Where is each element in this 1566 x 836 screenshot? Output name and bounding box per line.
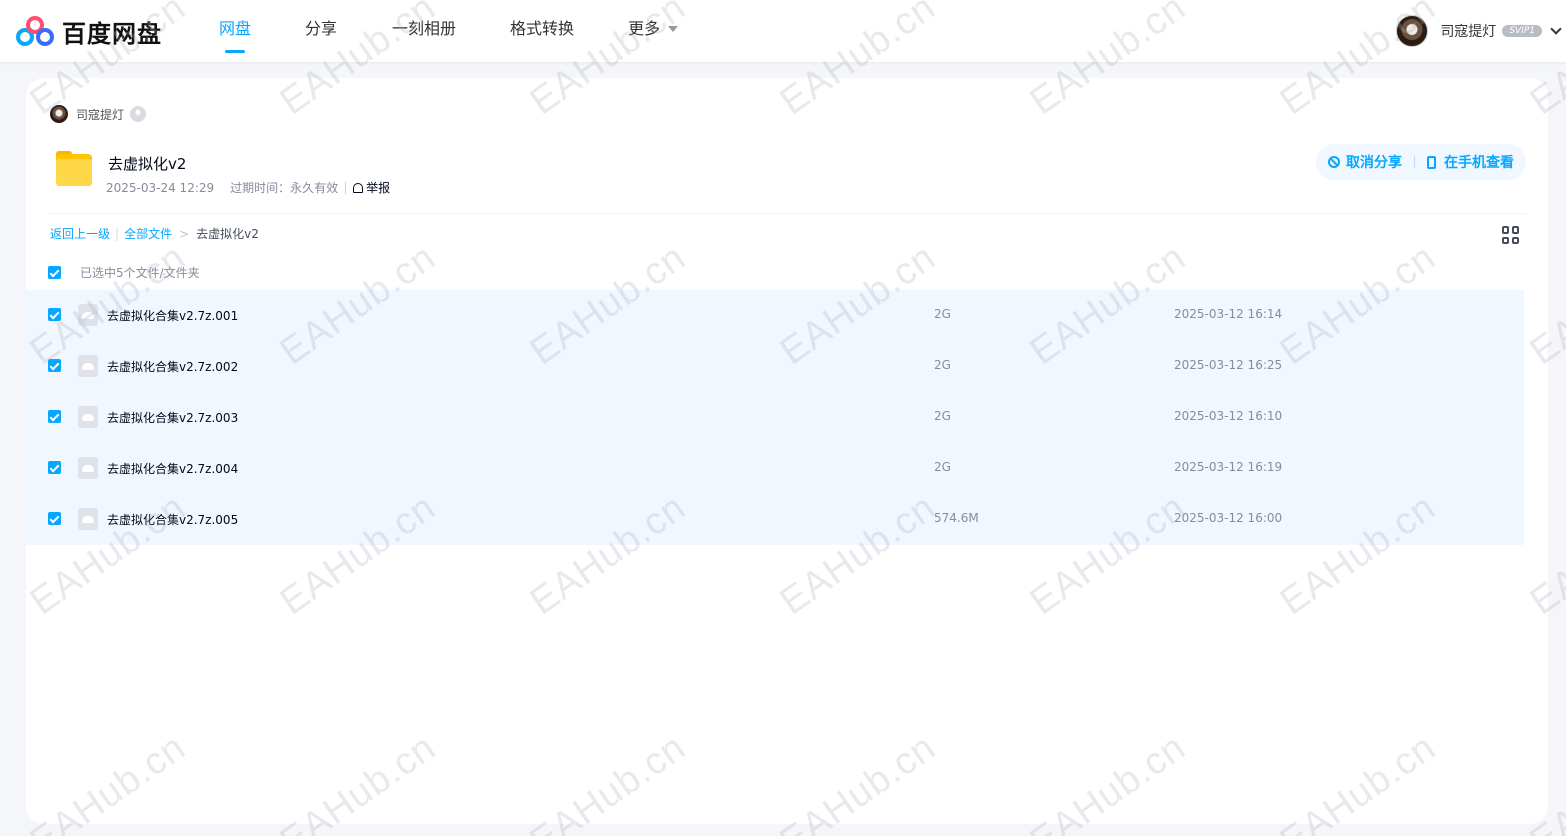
sharer-avatar (50, 105, 68, 123)
file-time: 2025-03-12 16:10 (1174, 409, 1283, 423)
ban-icon (1328, 156, 1340, 168)
select-all-checkbox[interactable] (48, 266, 61, 279)
nav-more[interactable]: 更多 (628, 0, 679, 62)
file-name[interactable]: 去虚拟化合集v2.7z.004 (107, 460, 238, 477)
share-title: 去虚拟化v2 (108, 155, 187, 173)
breadcrumb-all-files[interactable]: 全部文件 (124, 225, 172, 242)
row-checkbox[interactable] (48, 410, 61, 423)
share-date: 2025-03-24 12:29 (106, 180, 215, 195)
action-divider (1414, 156, 1415, 168)
file-time: 2025-03-12 16:14 (1174, 307, 1283, 321)
chevron-right-icon: > (179, 226, 190, 241)
chevron-down-icon (668, 26, 679, 32)
file-time: 2025-03-12 16:00 (1174, 511, 1283, 525)
folder-icon (50, 148, 94, 192)
file-row[interactable]: 去虚拟化合集v2.7z.002 2G 2025-03-12 16:25 (26, 341, 1524, 392)
share-actions: 取消分享 在手机查看 (1316, 144, 1526, 180)
expire-value: 永久有效 (290, 181, 339, 195)
breadcrumb: 返回上一级 | 全部文件 > 去虚拟化v2 (50, 225, 259, 242)
sharer-name: 司寇提灯 (76, 107, 125, 122)
file-row[interactable]: 去虚拟化合集v2.7z.004 2G 2025-03-12 16:19 (26, 443, 1524, 494)
chevron-down-icon[interactable] (1550, 22, 1562, 35)
divider (48, 213, 1526, 214)
cancel-share-label: 取消分享 (1346, 155, 1402, 171)
file-row[interactable]: 去虚拟化合集v2.7z.005 574.6M 2025-03-12 16:00 (26, 494, 1524, 545)
row-checkbox[interactable] (48, 512, 61, 525)
archive-file-icon (78, 355, 98, 377)
svip-badge: SVIP1 (1502, 25, 1542, 37)
file-size: 574.6M (934, 511, 979, 525)
view-on-phone-button[interactable]: 在手机查看 (1427, 152, 1514, 172)
top-bar: 百度网盘 网盘 分享 一刻相册 格式转换 更多 司寇提灯 SVIP1 (0, 0, 1566, 62)
baidu-netdisk-logo[interactable]: 百度网盘 (16, 14, 162, 49)
cancel-share-button[interactable]: 取消分享 (1328, 152, 1402, 172)
nav-format-convert[interactable]: 格式转换 (510, 0, 574, 62)
file-size: 2G (934, 307, 951, 321)
logo-text: 百度网盘 (62, 20, 162, 48)
user-menu[interactable]: 司寇提灯 SVIP1 (1396, 15, 1562, 47)
archive-file-icon (78, 406, 98, 428)
row-checkbox[interactable] (48, 359, 61, 372)
breadcrumb-back[interactable]: 返回上一级 (50, 225, 110, 242)
expire-label: 过期时间： (230, 181, 291, 195)
file-list: 去虚拟化合集v2.7z.001 2G 2025-03-12 16:14 去虚拟化… (26, 290, 1524, 545)
nav-netdisk[interactable]: 网盘 (219, 0, 251, 62)
logo-icon (16, 15, 54, 48)
file-row[interactable]: 去虚拟化合集v2.7z.003 2G 2025-03-12 16:10 (26, 392, 1524, 443)
archive-file-icon (78, 508, 98, 530)
breadcrumb-current: 去虚拟化v2 (196, 227, 259, 241)
alarm-icon (353, 182, 364, 193)
grid-view-icon[interactable] (1502, 226, 1520, 244)
selection-count-label: 已选中5个文件/文件夹 (80, 266, 200, 280)
select-all: 已选中5个文件/文件夹 (48, 264, 200, 281)
nav-moment-album[interactable]: 一刻相册 (392, 0, 456, 62)
avatar[interactable] (1396, 15, 1429, 47)
user-name: 司寇提灯 (1440, 24, 1497, 40)
row-checkbox[interactable] (48, 308, 61, 321)
file-name[interactable]: 去虚拟化合集v2.7z.001 (107, 307, 238, 324)
report-button[interactable]: 举报 (353, 179, 390, 196)
breadcrumb-separator: | (115, 226, 120, 241)
main-nav: 网盘 分享 一刻相册 格式转换 更多 (219, 0, 679, 62)
file-name[interactable]: 去虚拟化合集v2.7z.002 (107, 358, 238, 375)
file-time: 2025-03-12 16:19 (1174, 460, 1283, 474)
file-size: 2G (934, 460, 951, 474)
file-name[interactable]: 去虚拟化合集v2.7z.005 (107, 511, 238, 528)
share-meta: 2025-03-24 12:29 过期时间： 永久有效 举报 (106, 179, 390, 196)
file-size: 2G (934, 409, 951, 423)
report-label: 举报 (366, 181, 391, 195)
file-row[interactable]: 去虚拟化合集v2.7z.001 2G 2025-03-12 16:14 (26, 290, 1524, 341)
view-on-phone-label: 在手机查看 (1444, 155, 1514, 171)
phone-icon (1427, 155, 1436, 169)
nav-more-label: 更多 (628, 19, 661, 38)
meta-divider (345, 181, 347, 194)
sharer-info: 司寇提灯 ♦ (50, 105, 147, 123)
row-checkbox[interactable] (48, 461, 61, 474)
vip-diamond-icon: ♦ (130, 106, 147, 122)
file-name[interactable]: 去虚拟化合集v2.7z.003 (107, 409, 238, 426)
archive-file-icon (78, 457, 98, 479)
archive-file-icon (78, 304, 98, 326)
file-time: 2025-03-12 16:25 (1174, 358, 1283, 372)
nav-share[interactable]: 分享 (305, 0, 337, 62)
share-card: 司寇提灯 ♦ 去虚拟化v2 2025-03-24 12:29 过期时间： 永久有… (26, 78, 1548, 824)
file-size: 2G (934, 358, 951, 372)
